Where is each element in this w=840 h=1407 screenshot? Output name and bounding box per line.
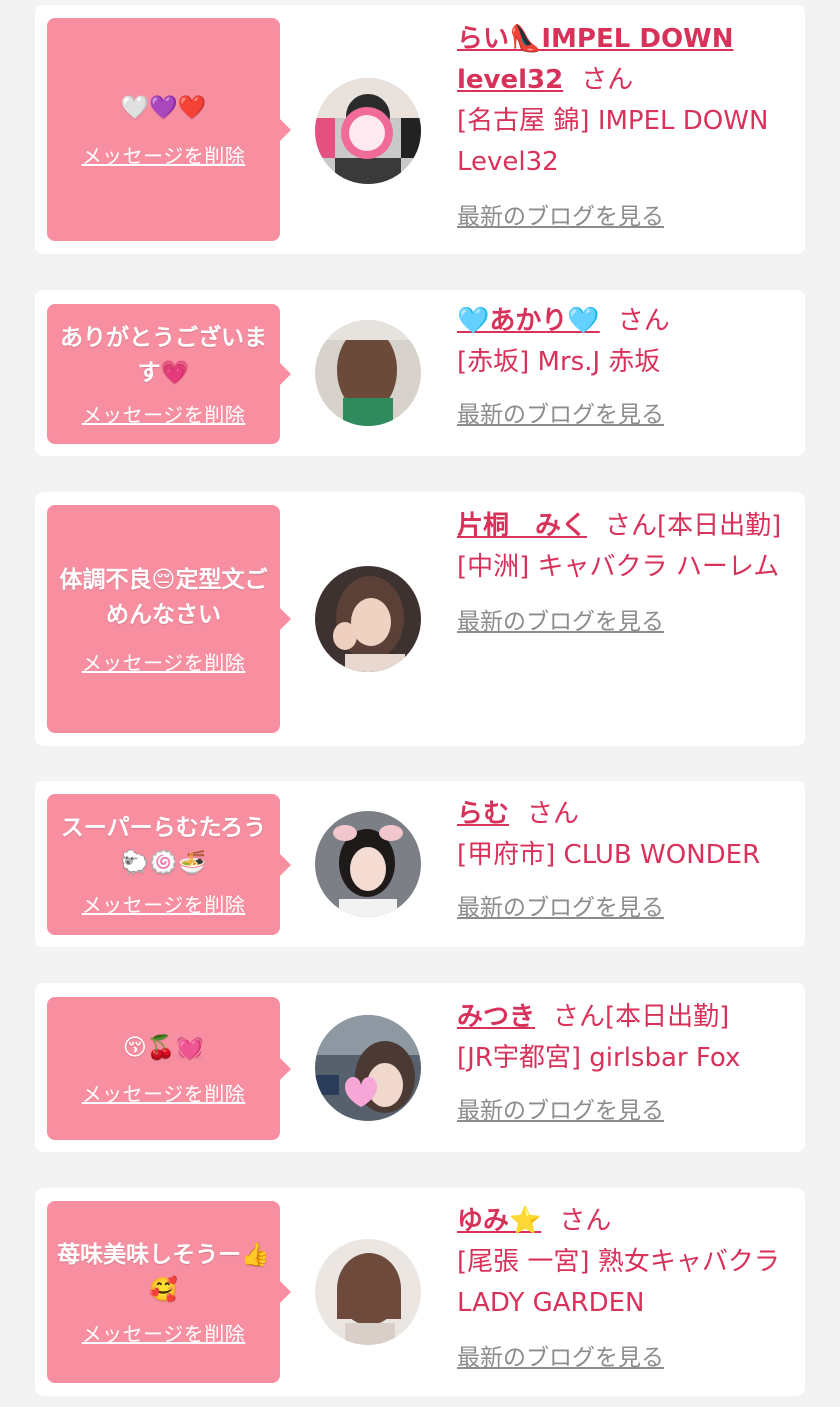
- host-name-link[interactable]: みつき: [457, 1002, 535, 1032]
- host-name-line: ゆみ⭐️ さん: [457, 1201, 787, 1242]
- host-name-line: みつき さん[本日出勤]: [457, 997, 787, 1038]
- avatar[interactable]: [315, 566, 421, 672]
- status-text: [本日出勤]: [657, 511, 782, 541]
- host-name-link[interactable]: ゆみ⭐️: [457, 1206, 541, 1236]
- host-name-line: らむ さん: [457, 794, 787, 835]
- view-blog-link[interactable]: 最新のブログを見る: [457, 602, 787, 636]
- honorific: さん: [559, 1206, 612, 1236]
- honorific: さん: [581, 65, 634, 95]
- host-name-link[interactable]: 🩵あかり🩵: [457, 306, 600, 336]
- host-info: みつき さん[本日出勤] [JR宇都宮] girlsbar Fox 最新のブログを…: [457, 997, 787, 1125]
- host-info: らい👠IMPEL DOWN level32 さん [名古屋 錦] IMPEL DO…: [457, 19, 787, 231]
- message-text: 苺味美味しそうー👍🥰: [57, 1241, 270, 1303]
- honorific: さん: [617, 306, 670, 336]
- message-card: スーパーらむたろう🐑🍥🍜 メッセージを削除 らむ さん [甲府市] CLUB WO…: [35, 781, 805, 947]
- message-text: 体調不良😔定型文ごめんなさい: [59, 566, 268, 628]
- message-bubble: 体調不良😔定型文ごめんなさい メッセージを削除: [47, 505, 291, 733]
- avatar-photo-icon: [315, 566, 421, 672]
- avatar[interactable]: [315, 1015, 421, 1121]
- view-blog-link[interactable]: 最新のブログを見る: [457, 395, 787, 429]
- avatar-photo-icon: [315, 1239, 421, 1345]
- honorific: さん: [553, 1002, 606, 1032]
- message-card: ありがとうございます💗 メッセージを削除 🩵あかり🩵 さん [赤坂] Mrs.J …: [35, 290, 805, 456]
- host-name-line: 🩵あかり🩵 さん: [457, 301, 787, 342]
- avatar[interactable]: [315, 78, 421, 184]
- view-blog-link[interactable]: 最新のブログを見る: [457, 197, 787, 231]
- avatar-photo-icon: [315, 811, 421, 917]
- delete-message-link[interactable]: メッセージを削除: [82, 1318, 246, 1347]
- message-text: 😚🍒💓: [122, 1034, 205, 1061]
- view-blog-link[interactable]: 最新のブログを見る: [457, 888, 787, 922]
- shop-name: [中洲] キャバクラ ハーレム: [457, 552, 780, 582]
- message-text: ありがとうございます💗: [60, 324, 267, 386]
- delete-message-link[interactable]: メッセージを削除: [82, 647, 246, 676]
- message-card: 😚🍒💓 メッセージを削除 みつき さん[本日出勤] [JR宇都宮] girlsba…: [35, 983, 805, 1152]
- message-text: 🤍💜❤️: [120, 94, 207, 121]
- message-card: 苺味美味しそうー👍🥰 メッセージを削除 ゆみ⭐️ さん [尾張 一宮] 熟女キャバ…: [35, 1188, 805, 1396]
- shop-name: [甲府市] CLUB WONDER: [457, 840, 761, 870]
- message-bubble: ありがとうございます💗 メッセージを削除: [47, 304, 291, 444]
- host-info: ゆみ⭐️ さん [尾張 一宮] 熟女キャバクラ LADY GARDEN 最新のブロ…: [457, 1201, 787, 1372]
- view-blog-link[interactable]: 最新のブログを見る: [457, 1091, 787, 1125]
- avatar[interactable]: [315, 1239, 421, 1345]
- message-bubble: 苺味美味しそうー👍🥰 メッセージを削除: [47, 1201, 291, 1383]
- avatar[interactable]: [315, 811, 421, 917]
- host-name-line: 片桐 みく さん[本日出勤]: [457, 506, 787, 547]
- message-bubble: 😚🍒💓 メッセージを削除: [47, 997, 291, 1140]
- host-info: 🩵あかり🩵 さん [赤坂] Mrs.J 赤坂 最新のブログを見る: [457, 301, 787, 429]
- delete-message-link[interactable]: メッセージを削除: [82, 889, 246, 918]
- host-name-link[interactable]: 片桐 みく: [457, 511, 587, 541]
- delete-message-link[interactable]: メッセージを削除: [82, 140, 246, 169]
- avatar-photo-icon: [315, 1015, 421, 1121]
- shop-name: [赤坂] Mrs.J 赤坂: [457, 347, 661, 377]
- avatar-photo-icon: [315, 78, 421, 184]
- message-card: 体調不良😔定型文ごめんなさい メッセージを削除 片桐 みく さん[本日出勤] [中…: [35, 492, 805, 746]
- shop-name: [名古屋 錦] IMPEL DOWN Level32: [457, 106, 769, 177]
- host-info: 片桐 みく さん[本日出勤] [中洲] キャバクラ ハーレム 最新のブログを見る: [457, 506, 787, 636]
- host-info: らむ さん [甲府市] CLUB WONDER 最新のブログを見る: [457, 794, 787, 922]
- message-bubble: スーパーらむたろう🐑🍥🍜 メッセージを削除: [47, 794, 291, 935]
- message-card: 🤍💜❤️ メッセージを削除 らい👠IMPEL DOWN level32 さん [名…: [35, 5, 805, 254]
- message-text: スーパーらむたろう🐑🍥🍜: [60, 815, 267, 876]
- host-name-line: らい👠IMPEL DOWN level32 さん: [457, 19, 787, 101]
- view-blog-link[interactable]: 最新のブログを見る: [457, 1338, 787, 1372]
- host-name-link[interactable]: らむ: [457, 799, 509, 829]
- delete-message-link[interactable]: メッセージを削除: [82, 399, 246, 428]
- shop-name: [尾張 一宮] 熟女キャバクラ LADY GARDEN: [457, 1247, 780, 1318]
- shop-name: [JR宇都宮] girlsbar Fox: [457, 1043, 741, 1073]
- avatar[interactable]: [315, 320, 421, 426]
- honorific: さん: [527, 799, 580, 829]
- delete-message-link[interactable]: メッセージを削除: [82, 1078, 246, 1107]
- avatar-photo-icon: [315, 320, 421, 426]
- message-bubble: 🤍💜❤️ メッセージを削除: [47, 18, 291, 241]
- honorific: さん: [605, 511, 658, 541]
- status-text: [本日出勤]: [605, 1002, 730, 1032]
